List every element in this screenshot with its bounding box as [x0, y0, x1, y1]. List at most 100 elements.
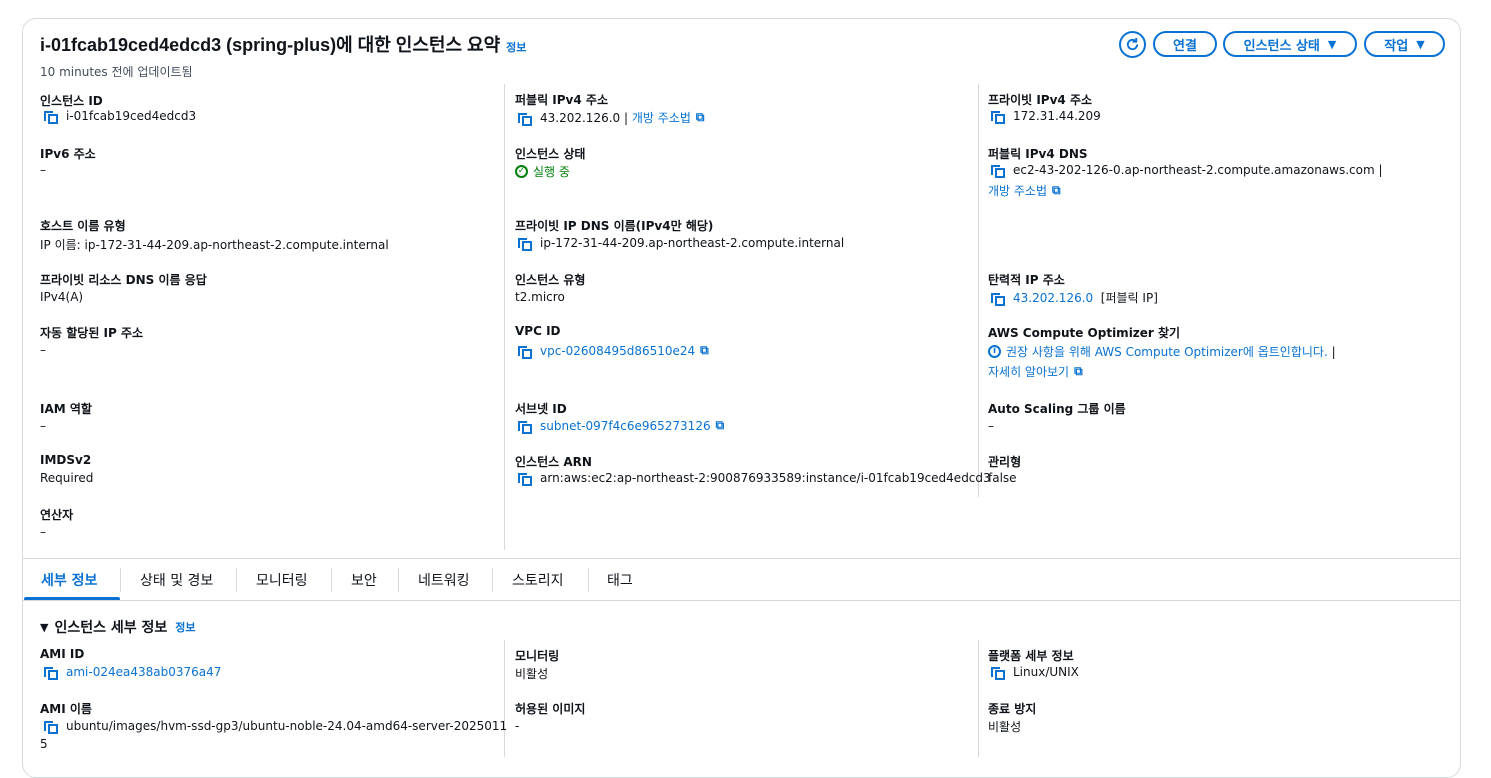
tabs-bottom-border: [23, 600, 1461, 601]
copy-icon[interactable]: [518, 344, 532, 359]
operator-label: 연산자: [40, 508, 74, 522]
instance-state-value: ✓ 실행 중: [515, 163, 570, 180]
allowed-image-label: 허용된 이미지: [515, 702, 586, 716]
platform-text: Linux/UNIX: [1013, 665, 1079, 679]
instance-state-label: 인스턴스 상태: [1243, 38, 1320, 54]
termination-protection-value: 비활성: [988, 720, 1022, 734]
actions-label: 작업: [1384, 38, 1409, 54]
ami-id-label: AMI ID: [40, 647, 85, 661]
tab-tags[interactable]: 태그: [607, 570, 633, 590]
tab-details[interactable]: 세부 정보: [41, 570, 97, 590]
copy-icon[interactable]: [518, 236, 532, 251]
elastic-ip-link[interactable]: 43.202.126.0: [1013, 291, 1093, 305]
copy-icon[interactable]: [991, 109, 1005, 124]
instance-id-text: i-01fcab19ced4edcd3: [66, 109, 197, 123]
public-ipv4-text: 43.202.126.0 |: [540, 110, 629, 125]
refresh-icon: [1126, 37, 1139, 51]
instance-state-dropdown[interactable]: 인스턴스 상태 ▼: [1223, 31, 1357, 57]
copy-icon[interactable]: [991, 291, 1005, 306]
auto-ip-label: 자동 할당된 IP 주소: [40, 326, 144, 340]
public-dns-link-row: 개방 주소법 ⧉: [988, 182, 1061, 199]
public-ipv4-label: 퍼블릭 IPv4 주소: [515, 93, 608, 107]
compute-optimizer-value: i 권장 사항을 위해 AWS Compute Optimizer에 옵트인합니다…: [988, 343, 1336, 360]
external-link-icon: ⧉: [1074, 364, 1083, 378]
imdsv2-label: IMDSv2: [40, 453, 92, 467]
tab-separator: [492, 568, 493, 592]
instance-arn-value: arn:aws:ec2:ap-northeast-2:900876933589:…: [518, 471, 991, 486]
external-link-icon: ⧉: [700, 343, 709, 357]
compute-optimizer-label: AWS Compute Optimizer 찾기: [988, 326, 1181, 340]
copy-icon[interactable]: [518, 471, 532, 486]
ami-id-link[interactable]: ami-024ea438ab0376a47: [66, 665, 221, 679]
learn-more-link[interactable]: 자세히 알아보기: [988, 363, 1069, 380]
column-divider: [978, 84, 979, 497]
caret-down-icon: ▼: [40, 620, 49, 634]
external-link-icon: ⧉: [715, 418, 725, 432]
private-dns-answer-label: 프라이빗 리소스 DNS 이름 응답: [40, 273, 207, 287]
elastic-ip-suffix: [퍼블릭 IP]: [1100, 291, 1158, 305]
tab-security[interactable]: 보안: [351, 570, 377, 590]
caret-down-icon: ▼: [1327, 37, 1337, 51]
private-ip-dns-value: ip-172-31-44-209.ap-northeast-2.compute.…: [518, 236, 845, 251]
allowed-image-value: -: [515, 719, 520, 733]
ipv6-value: –: [40, 163, 46, 177]
tab-separator: [398, 568, 399, 592]
ami-id-value: ami-024ea438ab0376a47: [44, 665, 221, 680]
tab-separator: [236, 568, 237, 592]
iam-role-value: –: [40, 419, 46, 433]
open-address-link[interactable]: 개방 주소법: [988, 182, 1047, 199]
private-ip-dns-text: ip-172-31-44-209.ap-northeast-2.compute.…: [540, 236, 845, 250]
instance-state-text: 실행 중: [533, 165, 570, 179]
instance-details-toggle[interactable]: ▼ 인스턴스 세부 정보 정보: [40, 617, 196, 637]
subnet-id-value: subnet-097f4c6e965273126 ⧉: [518, 418, 725, 434]
tabs-top-border: [23, 558, 1461, 559]
copy-icon[interactable]: [44, 109, 58, 124]
tab-networking[interactable]: 네트워킹: [418, 570, 470, 590]
info-link[interactable]: 정보: [175, 619, 195, 635]
external-link-icon: ⧉: [1052, 183, 1061, 197]
monitoring-value: 비활성: [515, 667, 549, 681]
caret-down-icon: ▼: [1416, 37, 1425, 51]
tab-status-alarms[interactable]: 상태 및 경보: [140, 570, 213, 590]
copy-icon[interactable]: [44, 665, 58, 680]
info-link[interactable]: 정보: [506, 42, 526, 54]
tab-storage[interactable]: 스토리지: [512, 570, 564, 590]
external-link-icon: ⧉: [695, 110, 705, 124]
instance-state-label: 인스턴스 상태: [515, 147, 586, 161]
copy-icon[interactable]: [44, 719, 58, 734]
platform-label: 플랫폼 세부 정보: [988, 649, 1074, 663]
vpc-id-link[interactable]: vpc-02608495d86510e24: [540, 344, 695, 358]
private-ip-dns-label: 프라이빗 IP DNS 이름(IPv4만 해당): [515, 219, 714, 233]
instance-id-value: i-01fcab19ced4edcd3: [44, 109, 197, 124]
hostname-type-value: IP 이름: ip-172-31-44-209.ap-northeast-2.c…: [40, 238, 389, 252]
monitoring-label: 모니터링: [515, 649, 560, 663]
instance-type-label: 인스턴스 유형: [515, 273, 586, 287]
instance-id-label: 인스턴스 ID: [40, 94, 103, 108]
subnet-id-link[interactable]: subnet-097f4c6e965273126: [540, 419, 711, 433]
ami-name-label: AMI 이름: [40, 702, 92, 716]
open-address-link[interactable]: 개방 주소법: [632, 109, 691, 126]
operator-value: –: [40, 525, 46, 539]
connect-button[interactable]: 연결: [1153, 31, 1217, 57]
instance-summary-panel: [22, 18, 1461, 778]
connect-label: 연결: [1173, 38, 1197, 54]
imdsv2-value: Required: [40, 471, 94, 485]
compute-optimizer-link[interactable]: 권장 사항을 위해 AWS Compute Optimizer에 옵트인합니다.: [1006, 343, 1328, 360]
actions-dropdown[interactable]: 작업 ▼: [1364, 31, 1445, 57]
copy-icon[interactable]: [991, 665, 1005, 680]
ami-name-value: ubuntu/images/hvm-ssd-gp3/ubuntu-noble-2…: [44, 719, 507, 734]
title-text: i-01fcab19ced4edcd3 (spring-plus)에 대한 인스…: [40, 35, 501, 55]
subnet-id-label: 서브넷 ID: [515, 402, 567, 416]
copy-icon[interactable]: [991, 163, 1005, 178]
private-ipv4-value: 172.31.44.209: [991, 109, 1101, 124]
vpc-id-label: VPC ID: [515, 324, 561, 338]
vpc-id-value: vpc-02608495d86510e24 ⧉: [518, 343, 709, 359]
refresh-button[interactable]: [1119, 31, 1146, 58]
managed-label: 관리형: [988, 455, 1022, 469]
tab-monitoring[interactable]: 모니터링: [256, 570, 308, 590]
public-dns-value: ec2-43-202-126-0.ap-northeast-2.compute.…: [991, 163, 1383, 178]
asg-label: Auto Scaling 그룹 이름: [988, 402, 1126, 416]
copy-icon[interactable]: [518, 111, 532, 126]
copy-icon[interactable]: [518, 419, 532, 434]
public-dns-text: ec2-43-202-126-0.ap-northeast-2.compute.…: [1013, 163, 1383, 177]
